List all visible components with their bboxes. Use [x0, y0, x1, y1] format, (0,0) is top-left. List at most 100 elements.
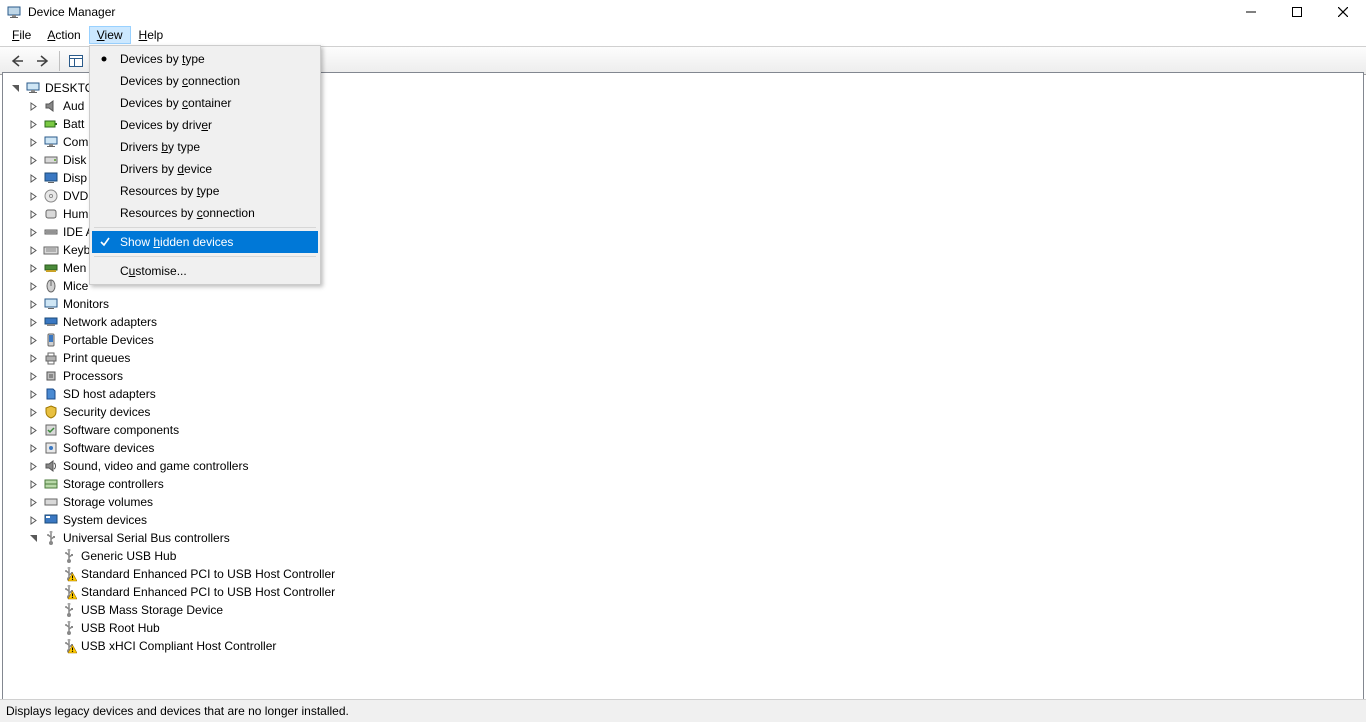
expander-icon[interactable]: [29, 156, 41, 165]
expander-icon[interactable]: [29, 300, 41, 309]
tree-device-24-2[interactable]: Standard Enhanced PCI to USB Host Contro…: [9, 583, 1359, 601]
tree-device-24-5[interactable]: USB xHCI Compliant Host Controller: [9, 637, 1359, 655]
expander-icon[interactable]: [29, 246, 41, 255]
tree-category-16[interactable]: SD host adapters: [9, 385, 1359, 403]
disk-icon: [43, 152, 59, 168]
expander-icon[interactable]: [29, 372, 41, 381]
close-button[interactable]: [1320, 0, 1366, 24]
tree-category-21[interactable]: Storage controllers: [9, 475, 1359, 493]
printer-icon: [43, 350, 59, 366]
expander-icon[interactable]: [29, 174, 41, 183]
expander-icon[interactable]: [29, 282, 41, 291]
ide-icon: [43, 224, 59, 240]
expander-icon[interactable]: [29, 192, 41, 201]
tree-category-23[interactable]: System devices: [9, 511, 1359, 529]
memory-icon: [43, 260, 59, 276]
usb-icon: [43, 530, 59, 546]
tree-device-24-3[interactable]: USB Mass Storage Device: [9, 601, 1359, 619]
expander-icon[interactable]: [29, 120, 41, 129]
menu-item-label: Customise...: [120, 264, 187, 278]
expander-icon[interactable]: [29, 516, 41, 525]
view-menu-dropdown: Devices by type Devices by connection Devi…: [89, 45, 321, 285]
tree-item-label: USB xHCI Compliant Host Controller: [81, 637, 276, 655]
tree-item-label: Aud: [63, 97, 84, 115]
maximize-button[interactable]: [1274, 0, 1320, 24]
expander-icon[interactable]: [29, 390, 41, 399]
computer-icon: [43, 134, 59, 150]
tree-device-24-0[interactable]: Generic USB Hub: [9, 547, 1359, 565]
expander-icon[interactable]: [29, 462, 41, 471]
tree-item-label: System devices: [63, 511, 147, 529]
menu-item-drivers-by-device[interactable]: Drivers by device: [92, 158, 318, 180]
tree-category-22[interactable]: Storage volumes: [9, 493, 1359, 511]
menu-item-devices-by-connection[interactable]: Devices by connection: [92, 70, 318, 92]
swdev-icon: [43, 440, 59, 456]
expander-icon[interactable]: [11, 84, 23, 93]
expander-icon[interactable]: [29, 210, 41, 219]
tree-category-20[interactable]: Sound, video and game controllers: [9, 457, 1359, 475]
tree-item-label: Processors: [63, 367, 123, 385]
expander-icon[interactable]: [29, 534, 41, 543]
menu-item-devices-by-container[interactable]: Devices by container: [92, 92, 318, 114]
tree-item-label: DVD: [63, 187, 88, 205]
minimize-button[interactable]: [1228, 0, 1274, 24]
check-mark-icon: [100, 237, 112, 247]
tree-item-label: Portable Devices: [63, 331, 154, 349]
tree-category-24[interactable]: Universal Serial Bus controllers: [9, 529, 1359, 547]
tree-item-label: Network adapters: [63, 313, 157, 331]
menu-item-label: Devices by type: [120, 52, 205, 66]
tree-category-11[interactable]: Monitors: [9, 295, 1359, 313]
expander-icon[interactable]: [29, 264, 41, 273]
usb-icon: [61, 566, 77, 582]
tree-device-24-1[interactable]: Standard Enhanced PCI to USB Host Contro…: [9, 565, 1359, 583]
menu-item-devices-by-driver[interactable]: Devices by driver: [92, 114, 318, 136]
expander-icon[interactable]: [29, 228, 41, 237]
menu-item-drivers-by-type[interactable]: Drivers by type: [92, 136, 318, 158]
tree-item-label: Sound, video and game controllers: [63, 457, 248, 475]
tree-item-label: DESKTO: [45, 79, 94, 97]
monitor-icon: [43, 296, 59, 312]
menu-item-show-hidden-devices[interactable]: Show hidden devices: [92, 231, 318, 253]
tree-category-14[interactable]: Print queues: [9, 349, 1359, 367]
expander-icon[interactable]: [29, 102, 41, 111]
expander-icon[interactable]: [29, 336, 41, 345]
tree-device-24-4[interactable]: USB Root Hub: [9, 619, 1359, 637]
tree-item-label: Software components: [63, 421, 179, 439]
menu-file[interactable]: File: [4, 26, 39, 44]
expander-icon[interactable]: [29, 444, 41, 453]
tree-category-18[interactable]: Software components: [9, 421, 1359, 439]
show-hide-tree-button[interactable]: [64, 50, 88, 72]
swcomp-icon: [43, 422, 59, 438]
tree-item-label: Mice: [63, 277, 88, 295]
tree-category-19[interactable]: Software devices: [9, 439, 1359, 457]
tree-item-label: Batt: [63, 115, 84, 133]
tree-category-12[interactable]: Network adapters: [9, 313, 1359, 331]
expander-icon[interactable]: [29, 408, 41, 417]
keyboard-icon: [43, 242, 59, 258]
menu-item-resources-by-type[interactable]: Resources by type: [92, 180, 318, 202]
expander-icon[interactable]: [29, 318, 41, 327]
sound-icon: [43, 458, 59, 474]
forward-button[interactable]: [31, 50, 55, 72]
menu-item-customise[interactable]: Customise...: [92, 260, 318, 282]
expander-icon[interactable]: [29, 480, 41, 489]
menu-view[interactable]: View: [89, 26, 131, 44]
tree-category-17[interactable]: Security devices: [9, 403, 1359, 421]
back-button[interactable]: [5, 50, 29, 72]
expander-icon[interactable]: [29, 498, 41, 507]
menu-item-devices-by-type[interactable]: Devices by type: [92, 48, 318, 70]
expander-icon[interactable]: [29, 426, 41, 435]
menu-help[interactable]: Help: [131, 26, 172, 44]
toolbar-separator: [59, 51, 60, 71]
expander-icon[interactable]: [29, 138, 41, 147]
menu-item-label: Devices by connection: [120, 74, 240, 88]
menu-item-label: Devices by driver: [120, 118, 212, 132]
menu-item-resources-by-connection[interactable]: Resources by connection: [92, 202, 318, 224]
tree-item-label: USB Root Hub: [81, 619, 160, 637]
window-title: Device Manager: [28, 5, 115, 19]
tree-category-13[interactable]: Portable Devices: [9, 331, 1359, 349]
menu-action[interactable]: Action: [39, 26, 88, 44]
dvd-icon: [43, 188, 59, 204]
expander-icon[interactable]: [29, 354, 41, 363]
tree-category-15[interactable]: Processors: [9, 367, 1359, 385]
